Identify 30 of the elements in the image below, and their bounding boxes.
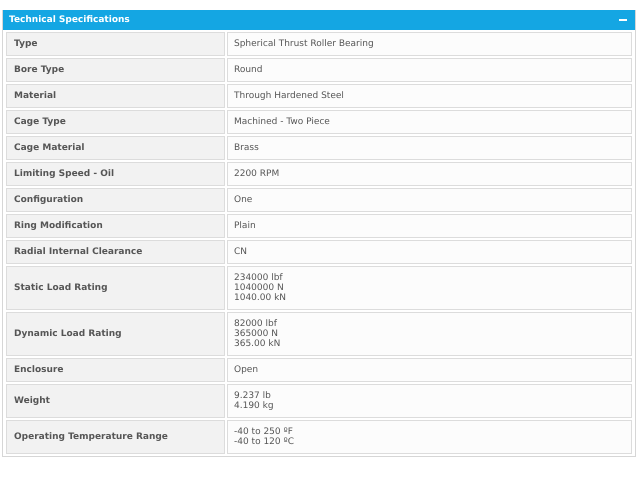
spec-label: Limiting Speed - Oil xyxy=(6,162,225,186)
spec-value: Through Hardened Steel xyxy=(227,84,632,108)
spec-label: Material xyxy=(6,84,225,108)
spec-label: Type xyxy=(6,32,225,56)
spec-value: CN xyxy=(227,240,632,264)
spec-label: Radial Internal Clearance xyxy=(6,240,225,264)
panel-title: Technical Specifications xyxy=(9,15,130,25)
spec-label: Enclosure xyxy=(6,358,225,382)
spec-label: Weight xyxy=(6,384,225,418)
spec-label: Bore Type xyxy=(6,58,225,82)
spec-label: Ring Modification xyxy=(6,214,225,238)
spec-value: Machined - Two Piece xyxy=(227,110,632,134)
spec-value: One xyxy=(227,188,632,212)
spec-label: Cage Type xyxy=(6,110,225,134)
spec-label: Configuration xyxy=(6,188,225,212)
spec-label: Static Load Rating xyxy=(6,266,225,310)
spec-value: 234000 lbf 1040000 N 1040.00 kN xyxy=(227,266,632,310)
spec-label: Operating Temperature Range xyxy=(6,420,225,454)
spec-value: 9.237 lb 4.190 kg xyxy=(227,384,632,418)
collapse-button[interactable] xyxy=(619,16,627,24)
spec-value: -40 to 250 ºF -40 to 120 ºC xyxy=(227,420,632,454)
spec-value: Brass xyxy=(227,136,632,160)
spec-label: Cage Material xyxy=(6,136,225,160)
spec-value: Spherical Thrust Roller Bearing xyxy=(227,32,632,56)
spec-value: 2200 RPM xyxy=(227,162,632,186)
spec-value: Plain xyxy=(227,214,632,238)
spec-value: Open xyxy=(227,358,632,382)
spec-value: 82000 lbf 365000 N 365.00 kN xyxy=(227,312,632,356)
spec-value: Round xyxy=(227,58,632,82)
spec-label: Dynamic Load Rating xyxy=(6,312,225,356)
